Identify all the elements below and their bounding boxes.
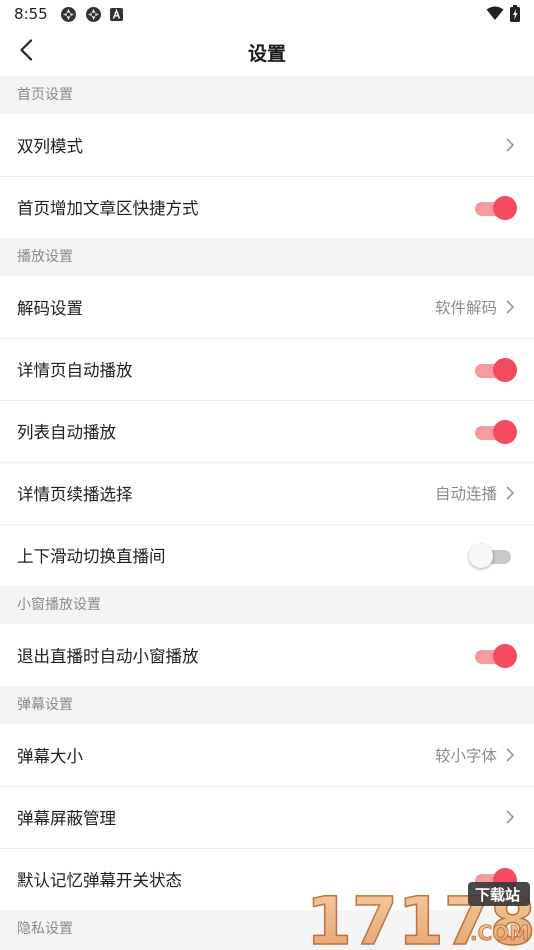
section-header: 小窗播放设置 bbox=[0, 586, 534, 624]
settings-row[interactable]: 退出直播时自动小窗播放 bbox=[0, 624, 534, 686]
aperture-icon bbox=[85, 6, 102, 23]
settings-row-label: 解码设置 bbox=[17, 299, 83, 318]
settings-row-value: 较小字体 bbox=[434, 747, 497, 765]
chevron-right-icon bbox=[503, 748, 517, 762]
toggle-knob bbox=[493, 358, 517, 382]
section-header: 隐私设置 bbox=[0, 910, 534, 948]
settings-row-label: 列表自动播放 bbox=[17, 423, 116, 442]
toggle-switch[interactable] bbox=[473, 358, 517, 382]
settings-row-label: 弹幕大小 bbox=[17, 747, 83, 766]
section-group: 解码设置 软件解码详情页自动播放 列表自动播放 详情页续播选择 自动连播上下滑动切换直播… bbox=[0, 276, 534, 586]
wifi-icon bbox=[486, 6, 504, 25]
settings-row[interactable]: 解码设置 软件解码 bbox=[0, 276, 534, 338]
toggle-switch[interactable] bbox=[473, 644, 517, 668]
settings-list: 首页设置双列模式首页增加文章区快捷方式播放设置解码设置 软件解码详情页自动播放 列表… bbox=[0, 76, 534, 948]
settings-row-label: 详情页自动播放 bbox=[17, 361, 133, 380]
chevron-right-icon bbox=[503, 300, 517, 314]
settings-row-value: 自动连播 bbox=[434, 485, 497, 503]
page-title: 设置 bbox=[247, 42, 286, 65]
toggle-knob bbox=[493, 868, 517, 892]
settings-row-label: 详情页续播选择 bbox=[17, 485, 133, 504]
section-group: 双列模式首页增加文章区快捷方式 bbox=[0, 114, 534, 238]
settings-row[interactable]: 详情页续播选择 自动连播 bbox=[0, 462, 534, 524]
aperture-icon bbox=[60, 6, 77, 23]
settings-row-label: 弹幕屏蔽管理 bbox=[17, 809, 116, 828]
toggle-switch[interactable] bbox=[469, 544, 513, 568]
chevron-right-icon bbox=[503, 810, 517, 824]
settings-row[interactable]: 列表自动播放 bbox=[0, 400, 534, 462]
toggle-knob bbox=[493, 420, 517, 444]
settings-row-label: 上下滑动切换直播间 bbox=[17, 547, 166, 566]
battery-charging-icon bbox=[510, 5, 520, 26]
settings-screen: 8:55 设置 首页设置双列模式首页增加文章区快捷方式播放设置解码设置 软件解码详… bbox=[0, 0, 534, 950]
section-header: 播放设置 bbox=[0, 238, 534, 276]
status-right bbox=[486, 5, 520, 26]
back-button[interactable] bbox=[12, 38, 40, 66]
chevron-left-icon bbox=[19, 39, 33, 65]
toggle-knob bbox=[493, 644, 517, 668]
toggle-switch[interactable] bbox=[473, 196, 517, 220]
toggle-switch[interactable] bbox=[473, 868, 517, 892]
settings-row[interactable]: 上下滑动切换直播间 bbox=[0, 524, 534, 586]
section-group: 弹幕大小 较小字体弹幕屏蔽管理默认记忆弹幕开关状态 bbox=[0, 724, 534, 910]
settings-row[interactable]: 弹幕屏蔽管理 bbox=[0, 786, 534, 848]
settings-row-label: 双列模式 bbox=[17, 137, 83, 156]
status-bar: 8:55 bbox=[0, 0, 534, 28]
settings-row[interactable]: 详情页自动播放 bbox=[0, 338, 534, 400]
section-header: 弹幕设置 bbox=[0, 686, 534, 724]
settings-row-value: 软件解码 bbox=[434, 299, 497, 317]
settings-row-label: 默认记忆弹幕开关状态 bbox=[17, 871, 182, 890]
settings-row[interactable]: 首页增加文章区快捷方式 bbox=[0, 176, 534, 238]
section-group: 退出直播时自动小窗播放 bbox=[0, 624, 534, 686]
status-time: 8:55 bbox=[14, 5, 48, 23]
toggle-knob bbox=[469, 544, 493, 568]
settings-row[interactable]: 弹幕大小 较小字体 bbox=[0, 724, 534, 786]
settings-row[interactable]: 默认记忆弹幕开关状态 bbox=[0, 848, 534, 910]
chevron-right-icon bbox=[503, 138, 517, 152]
section-header: 首页设置 bbox=[0, 76, 534, 114]
settings-row[interactable]: 双列模式 bbox=[0, 114, 534, 176]
toggle-switch[interactable] bbox=[473, 420, 517, 444]
chevron-right-icon bbox=[503, 486, 517, 500]
settings-row-label: 首页增加文章区快捷方式 bbox=[17, 199, 199, 218]
settings-row-label: 退出直播时自动小窗播放 bbox=[17, 647, 199, 666]
a-box-icon bbox=[109, 7, 123, 21]
header: 设置 bbox=[0, 28, 534, 76]
toggle-knob bbox=[493, 196, 517, 220]
